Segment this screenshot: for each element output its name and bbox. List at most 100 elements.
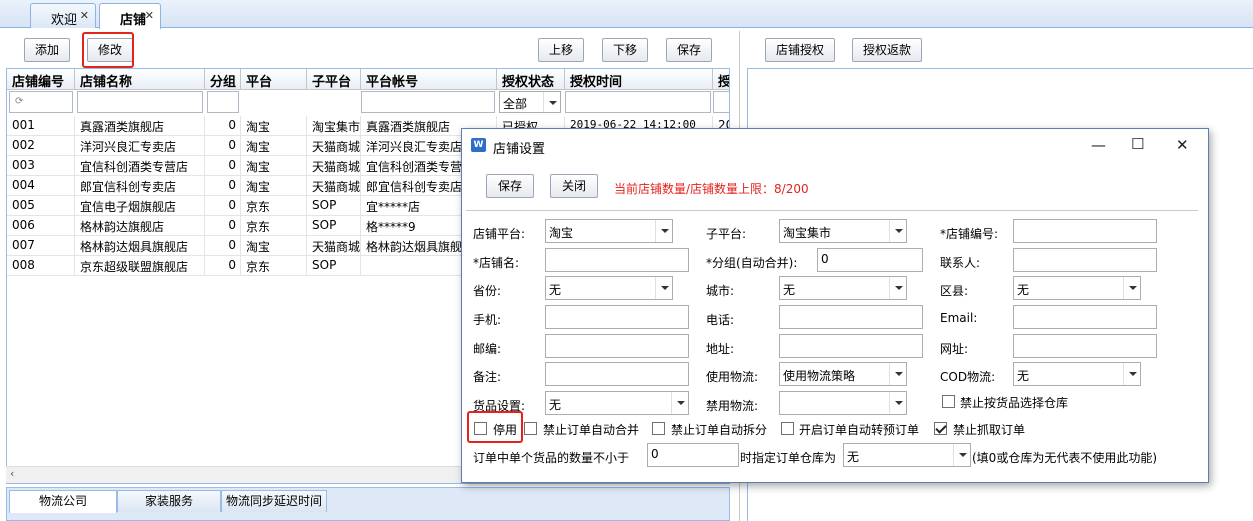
table-cell[interactable]: 0 xyxy=(205,216,241,236)
table-cell[interactable]: 淘宝 xyxy=(241,236,307,256)
table-cell[interactable]: 0 xyxy=(205,256,241,276)
table-cell[interactable]: 天猫商城 xyxy=(307,236,361,256)
table-cell[interactable]: 0 xyxy=(205,176,241,196)
table-cell[interactable]: 宜信科创酒类专营店 xyxy=(75,156,205,176)
table-cell[interactable]: 淘宝 xyxy=(241,176,307,196)
add-button[interactable]: 添加 xyxy=(24,38,70,62)
table-cell[interactable]: 天猫商城 xyxy=(307,136,361,156)
ban-auto-merge-checkbox[interactable] xyxy=(524,422,537,435)
table-cell[interactable]: 京东 xyxy=(241,216,307,236)
shop-no-input[interactable] xyxy=(1013,219,1157,243)
filter-group[interactable] xyxy=(207,91,239,113)
table-cell[interactable]: 京东超级联盟旗舰店 xyxy=(75,256,205,276)
table-cell[interactable]: 008 xyxy=(7,256,75,276)
dialog-title-bar[interactable]: W 店铺设置 — ☐ ✕ xyxy=(462,129,1208,161)
shop-auth-button[interactable]: 店铺授权 xyxy=(765,38,835,62)
shop-name-input[interactable] xyxy=(545,248,689,272)
district-select[interactable]: 无 xyxy=(1013,276,1141,300)
close-icon[interactable]: ✕ xyxy=(145,9,154,22)
dialog-save-button[interactable]: 保存 xyxy=(486,174,534,198)
filter-shop-no[interactable]: ⟳ xyxy=(9,91,73,113)
column-header[interactable]: 分组 xyxy=(205,69,241,90)
cod-logistics-select[interactable]: 无 xyxy=(1013,362,1141,386)
filter-status-select[interactable]: 全部 xyxy=(499,91,561,113)
filter-auth-time[interactable] xyxy=(565,91,711,113)
table-cell[interactable]: 郎宜信科创专卖店 xyxy=(75,176,205,196)
tab-logistics-company[interactable]: 物流公司 xyxy=(9,490,117,513)
zip-input[interactable] xyxy=(545,334,689,358)
website-input[interactable] xyxy=(1013,334,1157,358)
table-cell[interactable]: 淘宝 xyxy=(241,136,307,156)
dialog-close-button[interactable]: 关闭 xyxy=(550,174,598,198)
table-cell[interactable]: 京东 xyxy=(241,256,307,276)
table-cell[interactable]: 0 xyxy=(205,116,241,136)
tab-logistics-sync-delay[interactable]: 物流同步延迟时间 xyxy=(221,490,327,512)
table-cell[interactable]: 006 xyxy=(7,216,75,236)
save-button[interactable]: 保存 xyxy=(666,38,712,62)
close-icon[interactable]: ✕ xyxy=(80,9,89,22)
table-cell[interactable]: 005 xyxy=(7,196,75,216)
filter-extra[interactable] xyxy=(713,91,729,113)
column-header[interactable]: 店铺编号 xyxy=(7,69,75,90)
table-cell[interactable]: SOP xyxy=(307,196,361,216)
column-header[interactable]: 店铺名称 xyxy=(75,69,205,90)
table-cell[interactable]: 宜信电子烟旗舰店 xyxy=(75,196,205,216)
table-cell[interactable]: 格林韵达旗舰店 xyxy=(75,216,205,236)
goods-setting-select[interactable]: 无 xyxy=(545,391,689,415)
remark-input[interactable] xyxy=(545,362,689,386)
city-select[interactable]: 无 xyxy=(779,276,907,300)
tab-home-service[interactable]: 家装服务 xyxy=(117,490,221,512)
minimize-icon[interactable]: — xyxy=(1091,136,1106,154)
table-cell[interactable]: 0 xyxy=(205,196,241,216)
move-up-button[interactable]: 上移 xyxy=(538,38,584,62)
table-cell[interactable]: SOP xyxy=(307,216,361,236)
sub-platform-select[interactable]: 淘宝集市 xyxy=(779,219,907,243)
ban-auto-split-checkbox[interactable] xyxy=(652,422,665,435)
ban-fetch-checkbox[interactable] xyxy=(934,422,947,435)
table-cell[interactable]: 0 xyxy=(205,156,241,176)
table-cell[interactable]: 003 xyxy=(7,156,75,176)
close-icon[interactable]: ✕ xyxy=(1176,136,1189,154)
table-cell[interactable]: 淘宝集市 xyxy=(307,116,361,136)
platform-select[interactable]: 淘宝 xyxy=(545,219,673,243)
column-header[interactable]: 子平台 xyxy=(307,69,361,90)
filter-shop-name[interactable] xyxy=(77,91,203,113)
move-down-button[interactable]: 下移 xyxy=(602,38,648,62)
table-cell[interactable]: 天猫商城 xyxy=(307,156,361,176)
auto-preorder-checkbox[interactable] xyxy=(781,422,794,435)
column-header[interactable]: 授 xyxy=(713,69,729,90)
table-cell[interactable]: 004 xyxy=(7,176,75,196)
table-cell[interactable]: 淘宝 xyxy=(241,156,307,176)
filter-account[interactable] xyxy=(361,91,495,113)
table-cell[interactable]: 0 xyxy=(205,236,241,256)
address-input[interactable] xyxy=(779,334,923,358)
email-input[interactable] xyxy=(1013,305,1157,329)
province-select[interactable]: 无 xyxy=(545,276,673,300)
column-header[interactable]: 授权状态 xyxy=(497,69,565,90)
maximize-icon[interactable]: ☐ xyxy=(1131,135,1144,153)
warehouse-qty-input[interactable]: 0 xyxy=(647,443,739,467)
table-cell[interactable]: 002 xyxy=(7,136,75,156)
table-cell[interactable]: 京东 xyxy=(241,196,307,216)
scroll-left-icon[interactable]: ‹ xyxy=(10,467,14,480)
column-header[interactable]: 授权时间 xyxy=(565,69,713,90)
table-cell[interactable]: 007 xyxy=(7,236,75,256)
warehouse-select[interactable]: 无 xyxy=(843,443,971,467)
table-cell[interactable]: 格林韵达烟具旗舰店 xyxy=(75,236,205,256)
tab-welcome[interactable]: 欢迎 ✕ xyxy=(30,3,96,28)
tab-shop[interactable]: 店铺 ✕ xyxy=(99,3,161,29)
table-cell[interactable]: SOP xyxy=(307,256,361,276)
table-cell[interactable]: 真露酒类旗舰店 xyxy=(75,116,205,136)
horizontal-scrollbar[interactable]: ‹ xyxy=(6,466,464,483)
disable-checkbox[interactable] xyxy=(474,422,487,435)
table-cell[interactable]: 天猫商城 xyxy=(307,176,361,196)
phone-input[interactable] xyxy=(779,305,923,329)
column-header[interactable]: 平台 xyxy=(241,69,307,90)
auth-rebate-button[interactable]: 授权返款 xyxy=(852,38,922,62)
ban-warehouse-by-goods-checkbox[interactable] xyxy=(942,395,955,408)
use-logistics-select[interactable]: 使用物流策略 xyxy=(779,362,907,386)
table-cell[interactable]: 淘宝 xyxy=(241,116,307,136)
column-header[interactable]: 平台帐号 xyxy=(361,69,497,90)
table-cell[interactable]: 洋河兴良汇专卖店 xyxy=(75,136,205,156)
ban-logistics-select[interactable] xyxy=(779,391,907,415)
